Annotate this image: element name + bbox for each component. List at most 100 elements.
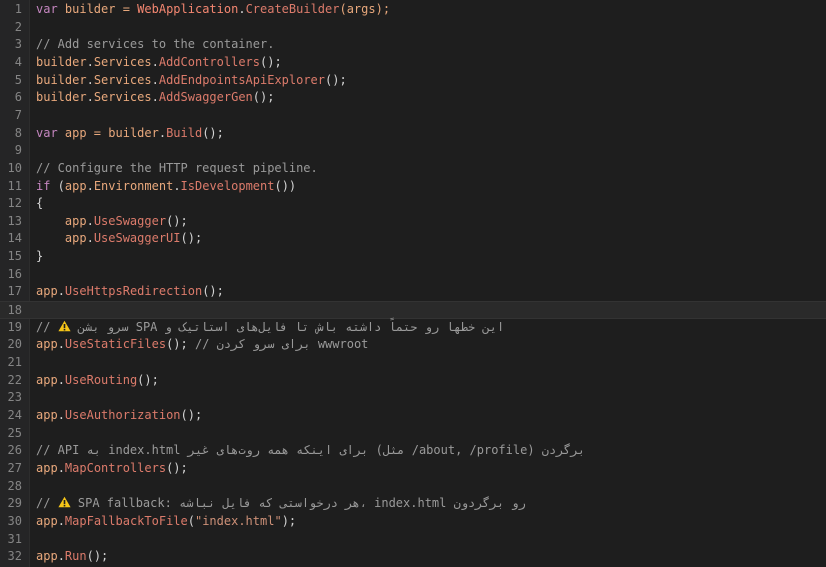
code-token: ();	[202, 284, 224, 299]
code-line[interactable]: 10 // Configure the HTTP request pipeline…	[0, 160, 826, 178]
line-number: 20	[7, 337, 22, 352]
line-number: 5	[14, 72, 22, 87]
code-text: app.MapFallbackToFile("index.html");	[36, 513, 296, 531]
code-line[interactable]: 16	[0, 266, 826, 284]
code-line[interactable]: 1 var builder = WebApplication.CreateBuil…	[0, 1, 826, 19]
line-number: 13	[7, 213, 22, 228]
line-number: 6	[14, 90, 22, 105]
code-line[interactable]: 26 // API به index.html برای اینکه همه رو…	[0, 442, 826, 460]
code-line[interactable]: 28	[0, 478, 826, 496]
line-number: 3	[14, 37, 22, 52]
code-token: SPA fallback: هر درخواستی که فایل نباشه،…	[70, 496, 526, 511]
line-number: 14	[7, 231, 22, 246]
code-token: .	[57, 284, 65, 299]
line-number: 28	[7, 478, 22, 493]
code-token: .	[151, 90, 159, 105]
line-number: 7	[14, 107, 22, 122]
code-token: UseAuthorization	[64, 407, 181, 422]
code-token: .	[173, 178, 181, 193]
code-token: .	[86, 90, 94, 105]
code-text: // SPA fallback: هر درخواستی که فایل نبا…	[36, 495, 526, 513]
code-line[interactable]: 20 app.UseStaticFiles(); // برای سرو کردن…	[0, 336, 826, 354]
code-token: CreateBuilder	[245, 2, 340, 16]
code-token: .	[57, 407, 65, 422]
code-line[interactable]: 13 app.UseSwagger();	[0, 213, 826, 231]
code-token: .	[151, 54, 159, 69]
code-line[interactable]: 15}	[0, 248, 826, 266]
code-token: app	[36, 460, 58, 475]
code-token: ();	[86, 549, 109, 564]
code-text: if (app.Environment.IsDevelopment())	[36, 178, 296, 196]
code-text: {	[36, 195, 43, 213]
code-token: app	[36, 513, 58, 528]
code-token: سرو بشن SPA این خطها رو حتماً داشته باش …	[70, 319, 505, 334]
code-text: builder.Services.AddEndpointsApiExplorer…	[36, 72, 347, 90]
code-token: // API به index.html برای اینکه همه روت‌…	[36, 443, 586, 458]
code-token: .	[158, 125, 167, 140]
code-token: app	[36, 231, 87, 246]
code-line[interactable]: 30 app.MapFallbackToFile("index.html");	[0, 513, 826, 531]
code-line[interactable]: 12 {	[0, 195, 826, 213]
code-token: app	[64, 178, 87, 193]
code-token: ();	[260, 54, 282, 69]
code-text: // سرو بشن SPA این خطها رو حتماً داشته ب…	[36, 319, 504, 337]
code-line[interactable]: 29 // SPA fallback: هر درخواستی که فایل ن…	[0, 495, 826, 513]
code-line[interactable]: 2	[0, 19, 826, 37]
line-number: 19	[7, 319, 22, 334]
code-token: app	[36, 549, 58, 564]
code-token: .	[57, 460, 65, 475]
line-number: 1	[14, 2, 22, 16]
code-line[interactable]: 3 // Add services to the container.	[0, 36, 826, 54]
code-token: app	[36, 407, 58, 422]
code-token: Services	[93, 72, 152, 87]
code-token: AddEndpointsApiExplorer	[158, 72, 326, 87]
code-token: ();	[137, 372, 159, 387]
code-line[interactable]: 24 app.UseAuthorization();	[0, 407, 826, 425]
code-editor[interactable]: 1 var builder = WebApplication.CreateBuil…	[0, 0, 826, 567]
code-token: .	[86, 72, 94, 87]
code-line[interactable]: 27 app.MapControllers();	[0, 460, 826, 478]
code-line[interactable]: 9	[0, 142, 826, 160]
code-line[interactable]: 5 builder.Services.AddEndpointsApiExplore…	[0, 72, 826, 90]
code-line[interactable]: 6 builder.Services.AddSwaggerGen();	[0, 89, 826, 107]
line-number: 32	[7, 549, 22, 564]
code-token: ();	[252, 90, 275, 105]
code-token: Run	[64, 549, 87, 564]
code-token: app	[36, 213, 87, 228]
code-token: .	[86, 54, 94, 69]
code-line[interactable]: 11 if (app.Environment.IsDevelopment())	[0, 178, 826, 196]
code-line[interactable]: 18	[0, 301, 826, 319]
code-text: app.MapControllers();	[36, 460, 188, 478]
code-line[interactable]: 4 builder.Services.AddControllers();	[0, 54, 826, 72]
code-line[interactable]: 21	[0, 354, 826, 372]
code-line[interactable]: 25	[0, 425, 826, 443]
code-token: .	[57, 513, 65, 528]
code-text: builder.Services.AddControllers();	[36, 54, 282, 72]
code-line[interactable]: 17 app.UseHttpsRedirection();	[0, 283, 826, 301]
code-token: (	[50, 178, 65, 193]
code-line[interactable]: 19 // سرو بشن SPA این خطها رو حتماً داشته…	[0, 319, 826, 337]
code-line[interactable]: 23	[0, 389, 826, 407]
code-line[interactable]: 8 var app = builder.Build();	[0, 125, 826, 143]
code-line[interactable]: 32 app.Run();	[0, 548, 826, 566]
code-token: var	[36, 125, 58, 140]
line-number: 30	[7, 513, 22, 528]
code-token: .	[151, 72, 159, 87]
code-line[interactable]: 22 app.UseRouting();	[0, 372, 826, 390]
code-token: .	[57, 337, 65, 352]
code-token: // Configure the HTTP request pipeline.	[36, 160, 318, 175]
line-number: 9	[14, 143, 22, 158]
code-token: Services	[93, 90, 152, 105]
code-line[interactable]: 14 app.UseSwaggerUI();	[0, 230, 826, 248]
code-token: UseSwaggerUI	[93, 231, 181, 246]
code-token: ();	[325, 72, 347, 87]
line-number: 24	[7, 407, 22, 422]
code-token: ();	[180, 231, 203, 246]
line-number: 8	[14, 125, 22, 140]
code-token: ();	[166, 460, 188, 475]
code-token: builder	[108, 125, 159, 140]
code-line[interactable]: 7	[0, 107, 826, 125]
code-token: ();	[180, 407, 203, 422]
code-line[interactable]: 31	[0, 531, 826, 549]
code-token: // Add services to the container.	[36, 37, 275, 52]
